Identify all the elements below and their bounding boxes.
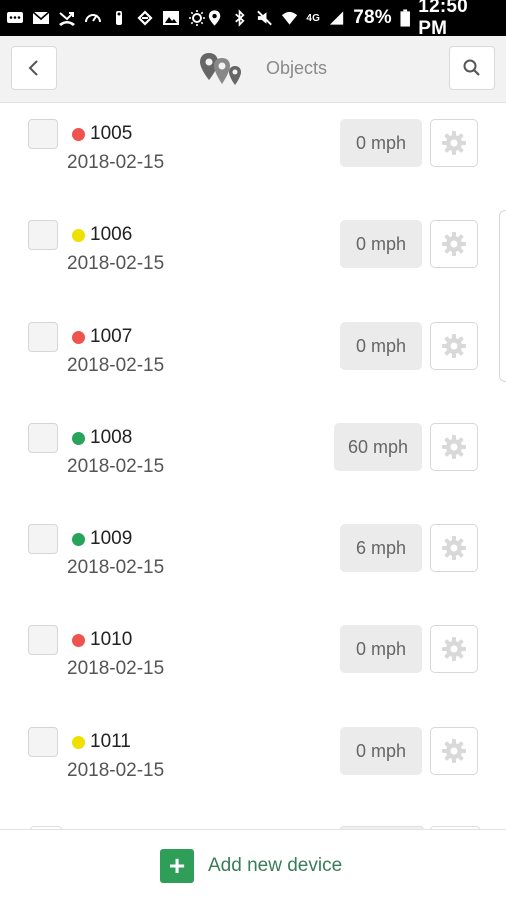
status-dot: [72, 432, 85, 445]
side-drawer-handle[interactable]: [499, 210, 506, 382]
network-label: 4G: [306, 12, 321, 24]
bluetooth-icon: [235, 9, 245, 27]
device-id: 1009: [90, 528, 133, 549]
device-date: 2018-02-15: [67, 253, 165, 274]
device-row[interactable]: 1009 2018-02-15 6 mph: [0, 508, 506, 608]
gear-icon: [442, 131, 466, 155]
gear-icon: [442, 435, 466, 459]
device-date: 2018-02-15: [67, 557, 165, 578]
status-bar-system: 4G 78% 12:50 PM: [206, 0, 498, 40]
location-icon: [208, 10, 221, 26]
brightness-icon: [189, 10, 205, 26]
gear-icon: [442, 637, 466, 661]
status-bar-notifications: [6, 9, 206, 27]
back-button[interactable]: [11, 46, 57, 90]
plus-icon: +: [160, 849, 194, 883]
missed-call-icon: [59, 12, 75, 26]
device-list: 1005 2018-02-15 0 mph 1006 2018-02-15 0 …: [0, 103, 506, 828]
chat-icon: [7, 12, 23, 23]
search-button[interactable]: [449, 46, 495, 90]
settings-button[interactable]: [430, 524, 478, 572]
speedometer-icon: [85, 14, 101, 23]
mail-icon: [32, 11, 50, 24]
device-id: 1007: [90, 326, 133, 347]
wifi-icon: [282, 11, 298, 25]
status-dot: [72, 331, 85, 344]
add-new-device-label: Add new device: [208, 855, 343, 876]
device-date: 2018-02-15: [67, 658, 165, 679]
person-icon: [116, 11, 122, 25]
footer-bar: + Add new device: [0, 829, 506, 901]
gear-icon: [442, 232, 466, 256]
status-dot: [72, 533, 85, 546]
device-id: 1011: [90, 731, 131, 752]
device-row[interactable]: 1010 2018-02-15 0 mph: [0, 609, 506, 709]
device-checkbox[interactable]: [28, 524, 58, 554]
add-new-device-button[interactable]: + Add new device: [160, 849, 342, 883]
app-header: Objects: [0, 36, 506, 103]
speed-badge: 0 mph: [340, 322, 422, 370]
map-pins-logo: [200, 53, 241, 85]
device-date: 2018-02-15: [67, 456, 165, 477]
gear-icon: [442, 739, 466, 763]
speed-badge: 0 mph: [340, 119, 422, 167]
device-checkbox[interactable]: [28, 220, 58, 250]
image-icon: [163, 11, 179, 25]
device-id: 1008: [90, 427, 133, 448]
device-id: 1010: [90, 629, 133, 650]
battery-percent: 78%: [353, 7, 392, 28]
device-row[interactable]: 1008 2018-02-15 60 mph: [0, 407, 506, 507]
device-row[interactable]: 1011 2018-02-15 0 mph: [0, 711, 506, 811]
gear-icon: [442, 334, 466, 358]
settings-button[interactable]: [430, 625, 478, 673]
status-dot: [72, 229, 85, 242]
device-row[interactable]: 1007 2018-02-15 0 mph: [0, 306, 506, 406]
settings-button[interactable]: [430, 322, 478, 370]
speed-badge: 0 mph: [340, 727, 422, 775]
search-icon: [463, 59, 480, 76]
settings-button[interactable]: [430, 220, 478, 268]
device-checkbox[interactable]: [28, 727, 58, 757]
device-checkbox[interactable]: [28, 423, 58, 453]
clock: 12:50 PM: [418, 0, 468, 39]
device-checkbox[interactable]: [28, 322, 58, 352]
device-date: 2018-02-15: [67, 760, 165, 781]
device-id: 1005: [90, 123, 133, 144]
device-date: 2018-02-15: [67, 355, 165, 376]
status-dot: [72, 128, 85, 141]
signal-icon: [330, 11, 344, 25]
gear-icon: [442, 536, 466, 560]
status-dot: [72, 634, 85, 647]
device-checkbox[interactable]: [28, 625, 58, 655]
speed-badge: 6 mph: [340, 524, 422, 572]
device-checkbox[interactable]: [28, 119, 58, 149]
speed-badge: 0 mph: [340, 220, 422, 268]
settings-button[interactable]: [430, 727, 478, 775]
status-dot: [72, 736, 85, 749]
device-id: 1006: [90, 224, 133, 245]
battery-icon: [400, 9, 410, 27]
settings-button[interactable]: [430, 423, 478, 471]
mute-icon: [257, 10, 273, 26]
device-row[interactable]: 1006 2018-02-15 0 mph: [0, 204, 506, 304]
page-title: Objects: [266, 58, 328, 78]
device-row[interactable]: 1005 2018-02-15 0 mph: [0, 103, 506, 203]
status-bar: 4G 78% 12:50 PM: [0, 0, 506, 39]
settings-button[interactable]: [430, 119, 478, 167]
speed-badge: 60 mph: [333, 423, 422, 471]
speed-badge: 0 mph: [340, 625, 422, 673]
chevron-left-icon: [28, 60, 38, 76]
device-date: 2018-02-15: [67, 152, 165, 173]
sync-icon: [137, 10, 153, 26]
